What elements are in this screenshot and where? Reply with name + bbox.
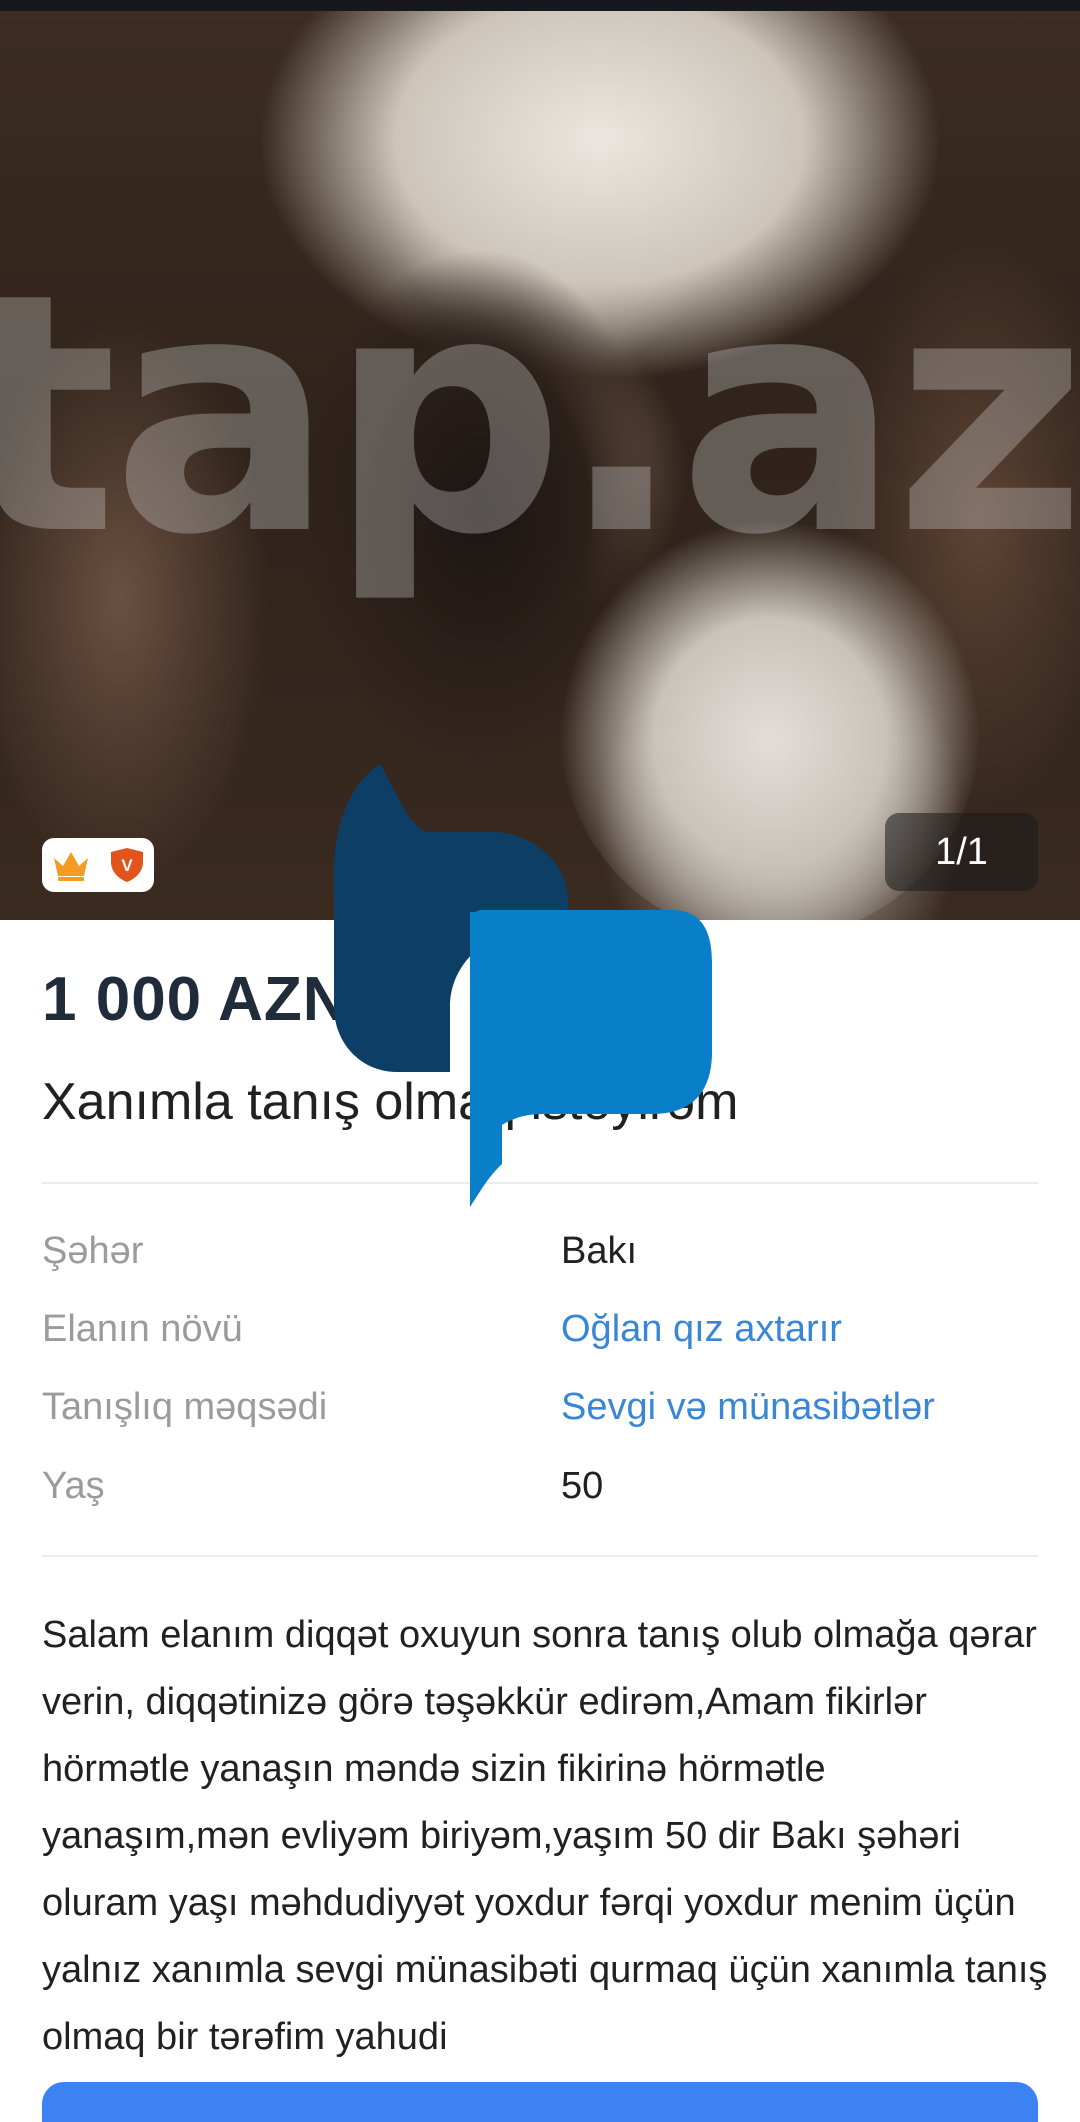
photo-counter: 1/1 — [885, 813, 1038, 891]
property-value-age: 50 — [561, 1465, 604, 1507]
property-value-purpose-link[interactable]: Sevgi və münasibətlər — [561, 1386, 935, 1429]
listing-badges: V — [42, 838, 154, 892]
listing-description: Salam elanım diqqət oxuyun sonra tanış o… — [42, 1614, 1048, 2058]
status-bar-strip — [0, 0, 1080, 11]
contact-button[interactable] — [42, 2082, 1038, 2122]
chat-floating-button[interactable] — [332, 752, 722, 1232]
photo-watermark: tap.az — [0, 223, 1080, 607]
vip-shield-icon: V — [108, 846, 146, 884]
property-label-purpose: Tanışlıq məqsədi — [42, 1386, 328, 1428]
property-value-city: Bakı — [561, 1230, 638, 1272]
vip-badge-letter: V — [121, 856, 133, 875]
chat-bubbles-icon — [334, 764, 712, 1207]
listing-price: 1 000 AZN — [42, 965, 349, 1034]
crown-icon — [51, 848, 91, 882]
property-label-ad-type: Elanın növü — [42, 1308, 243, 1350]
property-label-age: Yaş — [42, 1465, 105, 1507]
property-value-ad-type-link[interactable]: Oğlan qız axtarır — [561, 1308, 842, 1351]
property-label-city: Şəhər — [42, 1230, 144, 1272]
divider-bottom — [42, 1555, 1038, 1557]
